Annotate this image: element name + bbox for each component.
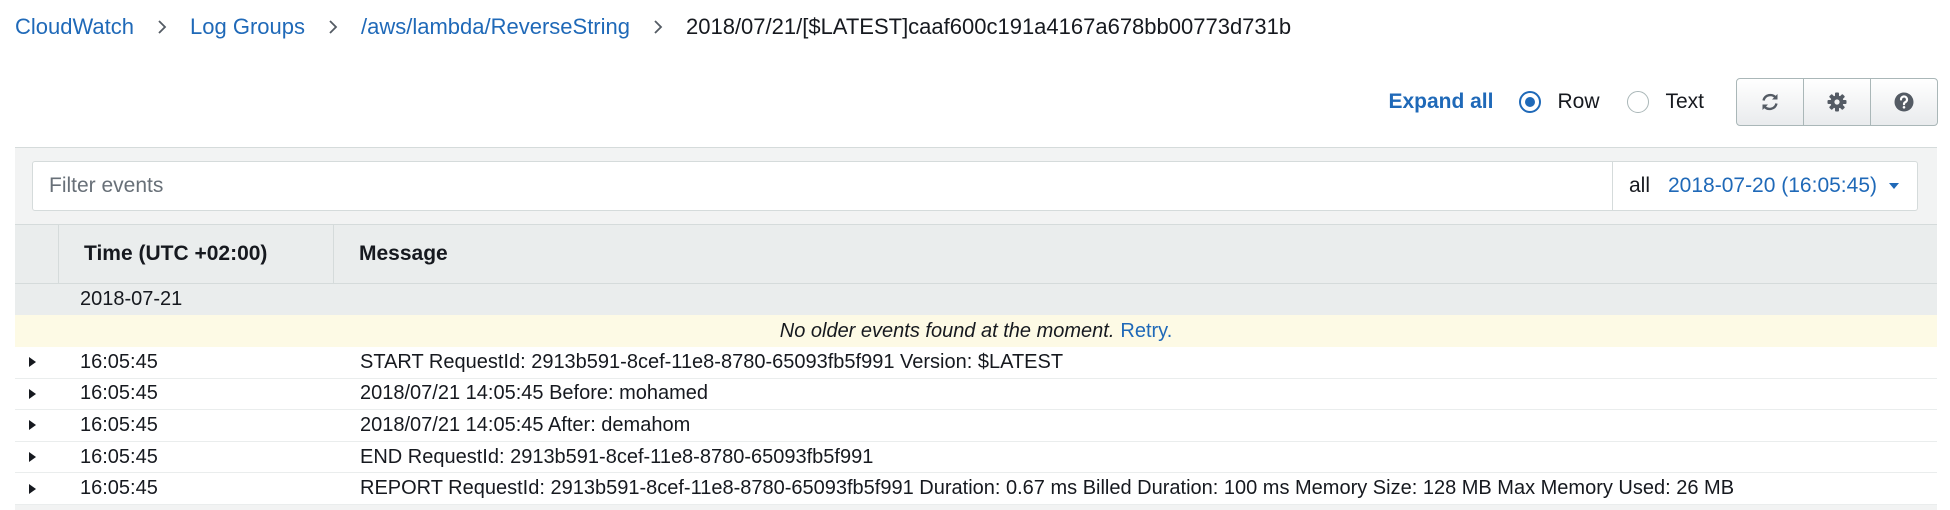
table-row[interactable]: 16:05:45 REPORT RequestId: 2913b591-8cef… — [15, 473, 1937, 505]
table-row[interactable]: 16:05:45 2018/07/21 14:05:45 Before: moh… — [15, 379, 1937, 411]
help-button[interactable] — [1870, 78, 1938, 126]
event-message: 2018/07/21 14:05:45 After: demahom — [360, 413, 691, 436]
toolbar: Expand all Row Text — [1388, 78, 1938, 126]
breadcrumb-cloudwatch[interactable]: CloudWatch — [15, 14, 134, 40]
breadcrumb-log-groups[interactable]: Log Groups — [190, 14, 305, 40]
breadcrumb-log-group[interactable]: /aws/lambda/ReverseString — [361, 14, 630, 40]
view-row-label: Row — [1557, 90, 1600, 113]
expand-arrow-icon[interactable] — [29, 420, 47, 430]
event-message: END RequestId: 2913b591-8cef-11e8-8780-6… — [360, 445, 874, 468]
breadcrumb-current-stream: 2018/07/21/[$LATEST]caaf600c191a4167a678… — [686, 14, 1292, 39]
event-message: REPORT RequestId: 2913b591-8cef-11e8-878… — [360, 477, 1735, 500]
date-group-label: 2018-07-21 — [80, 288, 183, 310]
event-time: 16:05:45 — [80, 477, 158, 500]
expand-arrow-icon[interactable] — [29, 357, 47, 367]
view-text-radio[interactable]: Text — [1627, 90, 1704, 114]
filter-events-input[interactable] — [33, 162, 1612, 210]
toolbar-button-group — [1736, 78, 1938, 126]
chevron-right-icon — [327, 19, 339, 35]
event-time: 16:05:45 — [80, 382, 158, 405]
view-text-label: Text — [1665, 90, 1704, 113]
gear-icon — [1827, 92, 1847, 112]
date-range-value: 2018-07-20 (16:05:45) — [1668, 174, 1877, 197]
date-group-row: 2018-07-21 — [15, 284, 1937, 315]
date-range-dropdown[interactable]: 2018-07-20 (16:05:45) — [1668, 174, 1917, 198]
table-row[interactable]: 16:05:45 END RequestId: 2913b591-8cef-11… — [15, 442, 1937, 474]
event-time: 16:05:45 — [80, 413, 158, 436]
settings-button[interactable] — [1803, 78, 1871, 126]
chevron-right-icon — [156, 19, 168, 35]
expand-arrow-icon[interactable] — [29, 452, 47, 462]
retry-link[interactable]: Retry. — [1120, 320, 1172, 343]
chevron-right-icon — [652, 19, 664, 35]
filter-bar: all 2018-07-20 (16:05:45) — [32, 161, 1918, 211]
event-time: 16:05:45 — [80, 445, 158, 468]
notice-text: No older events found at the moment. — [779, 319, 1115, 342]
radio-selected-icon[interactable] — [1519, 91, 1542, 113]
events-list: 16:05:45 START RequestId: 2913b591-8cef-… — [15, 347, 1937, 505]
no-older-events-notice: No older events found at the moment. Ret… — [15, 315, 1937, 347]
caret-down-icon — [1889, 183, 1899, 189]
help-icon — [1894, 92, 1914, 112]
breadcrumb: CloudWatch Log Groups /aws/lambda/Revers… — [15, 11, 1291, 43]
table-row[interactable]: 16:05:45 START RequestId: 2913b591-8cef-… — [15, 347, 1937, 379]
event-message: 2018/07/21 14:05:45 Before: mohamed — [360, 382, 709, 405]
filter-scope-label: all — [1628, 174, 1650, 197]
event-time: 16:05:45 — [80, 350, 158, 373]
expand-all-link[interactable]: Expand all — [1388, 90, 1493, 114]
refresh-button[interactable] — [1736, 78, 1804, 126]
expand-arrow-icon[interactable] — [29, 484, 47, 494]
time-column-header[interactable]: Time (UTC +02:00) — [59, 225, 334, 283]
view-row-radio[interactable]: Row — [1519, 90, 1599, 114]
event-message: START RequestId: 2913b591-8cef-11e8-8780… — [360, 350, 1064, 373]
log-events-panel: all 2018-07-20 (16:05:45) Time (UTC +02:… — [15, 147, 1937, 510]
table-row[interactable]: 16:05:45 2018/07/21 14:05:45 After: dema… — [15, 410, 1937, 442]
refresh-icon — [1762, 93, 1778, 111]
table-header: Time (UTC +02:00) Message — [15, 224, 1937, 284]
expand-arrow-icon[interactable] — [29, 389, 47, 399]
radio-unselected-icon[interactable] — [1627, 91, 1650, 113]
expand-column-header — [15, 225, 59, 283]
message-column-header[interactable]: Message — [334, 242, 448, 266]
